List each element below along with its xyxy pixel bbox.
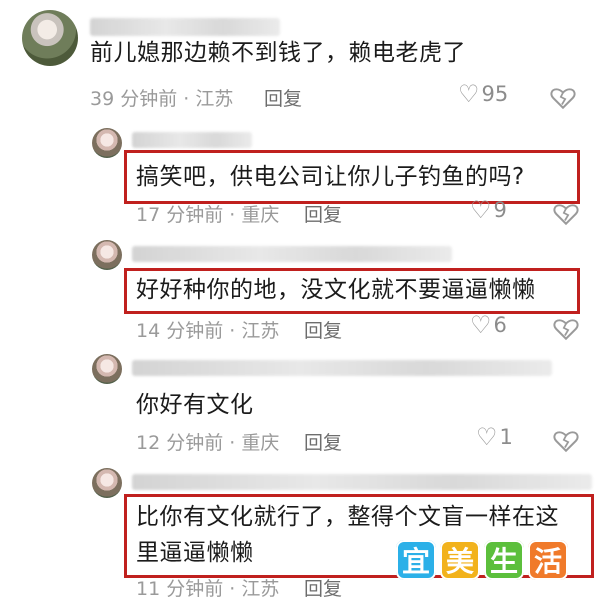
reply-button[interactable]: 回复	[264, 84, 302, 111]
username-blurred[interactable]	[132, 474, 592, 490]
heart-outline-icon: ♡	[470, 311, 492, 339]
broken-heart-icon[interactable]	[553, 202, 579, 226]
like-button[interactable]: ♡ 6	[470, 313, 507, 337]
broken-heart-icon[interactable]	[553, 317, 579, 341]
reply-timestamp: 12 分钟前 · 重庆	[136, 432, 280, 454]
reply-timestamp: 17 分钟前 · 重庆	[136, 204, 280, 226]
username-blurred[interactable]	[132, 360, 552, 376]
broken-heart-icon[interactable]	[550, 86, 576, 110]
reply-button[interactable]: 回复	[304, 316, 342, 343]
heart-outline-icon: ♡	[476, 423, 498, 451]
like-count: 9	[493, 198, 507, 222]
reply-text: 搞笑吧，供电公司让你儿子钓鱼的吗?	[136, 164, 525, 190]
reply-text: 你好有文化	[136, 392, 254, 418]
reply-button[interactable]: 回复	[304, 428, 342, 455]
like-button[interactable]: ♡ 9	[470, 198, 507, 222]
heart-outline-icon: ♡	[470, 196, 492, 224]
reply-button[interactable]: 回复	[304, 574, 342, 597]
reply-timestamp: 14 分钟前 · 江苏	[136, 320, 280, 342]
avatar[interactable]	[92, 240, 122, 270]
like-button[interactable]: ♡ 1	[476, 425, 513, 449]
username-blurred[interactable]	[132, 246, 452, 262]
username-blurred[interactable]	[132, 132, 252, 148]
watermark-char: 活	[528, 540, 568, 580]
watermark-char: 宜	[396, 540, 436, 580]
comment-thread: 前儿媳那边赖不到钱了，赖电老虎了 39 分钟前 · 江苏 回复 ♡ 95 搞笑吧…	[0, 0, 600, 597]
reply-button[interactable]: 回复	[304, 200, 342, 227]
heart-outline-icon: ♡	[458, 80, 480, 108]
avatar[interactable]	[92, 354, 122, 384]
reply-text-line-2: 里逼逼懒懒	[136, 540, 254, 566]
reply-timestamp: 11 分钟前 · 江苏	[136, 578, 280, 597]
avatar[interactable]	[92, 128, 122, 158]
like-button[interactable]: ♡ 95	[458, 82, 508, 106]
watermark-logo: 宜 美 生 活	[396, 540, 568, 580]
like-count: 95	[481, 82, 509, 106]
avatar[interactable]	[22, 10, 78, 66]
comment-text: 前儿媳那边赖不到钱了，赖电老虎了	[90, 40, 466, 66]
broken-heart-icon[interactable]	[553, 429, 579, 453]
avatar[interactable]	[92, 468, 122, 498]
like-count: 1	[499, 425, 513, 449]
reply-text-line-1: 比你有文化就行了，整得个文盲一样在这	[136, 504, 559, 530]
like-count: 6	[493, 313, 507, 337]
watermark-char: 生	[484, 540, 524, 580]
watermark-char: 美	[440, 540, 480, 580]
reply-text: 好好种你的地，没文化就不要逼逼懒懒	[136, 277, 536, 303]
comment-timestamp: 39 分钟前 · 江苏	[90, 88, 234, 110]
